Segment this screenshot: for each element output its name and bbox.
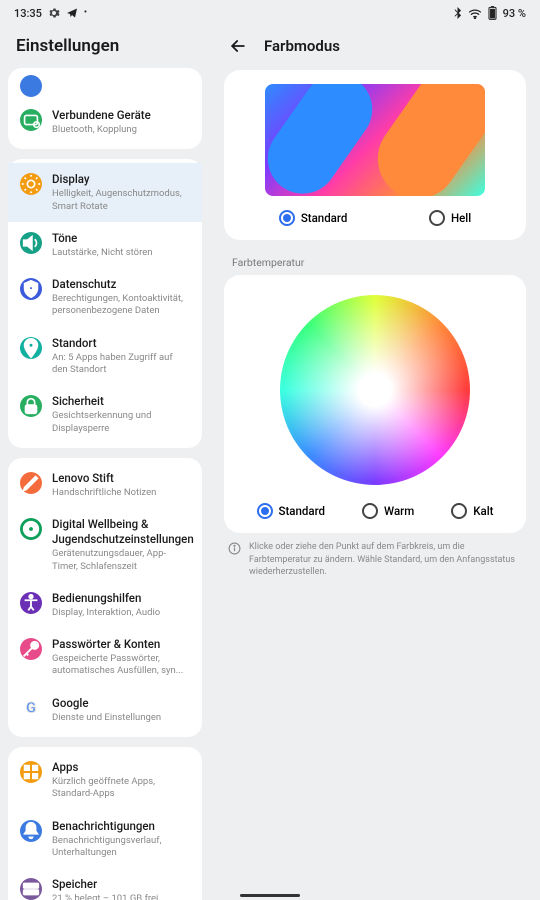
color-temp-option[interactable]: Kalt xyxy=(451,503,493,519)
item-label: Verbundene Geräte xyxy=(52,108,190,123)
battery-icon xyxy=(488,6,497,20)
color-mode-option[interactable]: Standard xyxy=(279,210,348,226)
color-mode-card: Standard Hell xyxy=(224,70,526,240)
color-mode-option[interactable]: Hell xyxy=(429,210,471,226)
item-sub: Gespeicherte Passwörter, automatisches A… xyxy=(52,653,190,678)
grid-icon xyxy=(20,761,42,783)
detail-pane: Farbmodus Standard Hell Farbtemperatur St… xyxy=(210,26,540,900)
pen-icon xyxy=(20,472,42,494)
item-label: Display xyxy=(52,172,190,187)
item-label: Speicher xyxy=(52,877,190,892)
settings-sidebar: Einstellungen …Verbundene GeräteBluetoot… xyxy=(0,26,210,900)
lock-icon xyxy=(20,395,42,417)
item-label: Lenovo Stift xyxy=(52,471,190,486)
radio-icon xyxy=(362,503,378,519)
item-sub: Gerätenutzungsdauer, App-Timer, Schlafen… xyxy=(52,548,190,573)
pin-icon xyxy=(20,337,42,359)
item-label: Bedienungshilfen xyxy=(52,591,190,606)
google-icon: G xyxy=(20,697,42,719)
wellbeing-icon xyxy=(20,518,42,540)
a11y-icon xyxy=(20,592,42,614)
item-label: Passwörter & Konten xyxy=(52,637,190,652)
sidebar-title: Einstellungen xyxy=(8,26,202,68)
radio-label: Standard xyxy=(301,211,348,225)
item-label: Datenschutz xyxy=(52,277,190,292)
item-sub: Helligkeit, Augenschutzmodus, Smart Rota… xyxy=(52,188,190,213)
nav-handle[interactable] xyxy=(240,894,300,897)
item-label: Digital Wellbeing & Jugendschutzeinstell… xyxy=(52,517,190,547)
item-sub: Dienste und Einstellungen xyxy=(52,712,190,724)
color-temperature-card: Standard Warm Kalt xyxy=(224,275,526,533)
storage-icon xyxy=(20,878,42,900)
item-label: Google xyxy=(52,696,190,711)
item-sub: Kürzlich geöffnete Apps, Standard-Apps xyxy=(52,776,190,801)
color-wheel[interactable] xyxy=(280,295,470,485)
radio-icon xyxy=(257,503,273,519)
battery-percent: 93 % xyxy=(503,7,526,20)
radio-label: Warm xyxy=(384,504,414,518)
hint-row: Klicke oder ziehe den Punkt auf dem Farb… xyxy=(224,541,526,579)
sidebar-item-lock[interactable]: SicherheitGesichtserkennung und Displays… xyxy=(8,385,202,444)
item-sub: Handschriftliche Notizen xyxy=(52,487,190,499)
radio-label: Hell xyxy=(451,211,471,225)
gear-icon xyxy=(48,7,60,19)
shield-icon xyxy=(20,278,42,300)
item-sub: Benachrichtigungsverlauf, Unterhaltungen xyxy=(52,835,190,860)
sound-icon xyxy=(20,232,42,254)
item-label: Apps xyxy=(52,760,190,775)
item-sub: Berechtigungen, Kontoaktivität, personen… xyxy=(52,293,190,318)
sidebar-item-key[interactable]: Passwörter & KontenGespeicherte Passwört… xyxy=(8,628,202,687)
color-temp-option[interactable]: Standard xyxy=(257,503,326,519)
bell-icon xyxy=(20,820,42,842)
item-label: Standort xyxy=(52,336,190,351)
sidebar-item-pen[interactable]: Lenovo StiftHandschriftliche Notizen xyxy=(8,462,202,508)
sidebar-item-wellbeing[interactable]: Digital Wellbeing & Jugendschutzeinstell… xyxy=(8,508,202,582)
sidebar-item-bell[interactable]: BenachrichtigungenBenachrichtigungsverla… xyxy=(8,810,202,869)
item-label: Benachrichtigungen xyxy=(52,819,190,834)
item-sub: Lautstärke, Nicht stören xyxy=(52,247,190,259)
sidebar-item-google[interactable]: G GoogleDienste und Einstellungen xyxy=(8,687,202,733)
sidebar-item-pin[interactable]: StandortAn: 5 Apps haben Zugriff auf den… xyxy=(8,327,202,386)
wifi-icon xyxy=(468,8,482,19)
radio-label: Standard xyxy=(279,504,326,518)
info-icon xyxy=(228,542,241,555)
devices-icon xyxy=(20,109,42,131)
radio-label: Kalt xyxy=(473,504,493,518)
color-temp-option[interactable]: Warm xyxy=(362,503,414,519)
preview-image xyxy=(265,84,485,196)
radio-icon xyxy=(451,503,467,519)
hint-text: Klicke oder ziehe den Punkt auf dem Farb… xyxy=(249,541,522,579)
sidebar-item-devices[interactable]: Verbundene GeräteBluetooth, Kopplung xyxy=(8,99,202,145)
clock: 13:35 xyxy=(14,7,42,20)
item-sub: Display, Interaktion, Audio xyxy=(52,607,190,619)
bluetooth-icon xyxy=(453,7,462,19)
telegram-icon xyxy=(66,7,78,19)
page-title: Farbmodus xyxy=(264,37,340,55)
item-label: Sicherheit xyxy=(52,394,190,409)
status-bar: 13:35 • 93 % xyxy=(0,0,540,26)
radio-icon xyxy=(429,210,445,226)
sun-icon xyxy=(20,173,42,195)
sidebar-item-a11y[interactable]: BedienungshilfenDisplay, Interaktion, Au… xyxy=(8,582,202,628)
key-icon xyxy=(20,638,42,660)
item-sub: An: 5 Apps haben Zugriff auf den Standor… xyxy=(52,352,190,377)
item-sub: 21 % belegt – 101 GB frei xyxy=(52,893,190,900)
sidebar-item-sun[interactable]: DisplayHelligkeit, Augenschutzmodus, Sma… xyxy=(8,163,202,222)
sidebar-item-storage[interactable]: Speicher21 % belegt – 101 GB frei xyxy=(8,868,202,900)
item-sub: Gesichtserkennung und Displaysperre xyxy=(52,410,190,435)
svg-text:G: G xyxy=(26,698,36,716)
sidebar-item-shield[interactable]: DatenschutzBerechtigungen, Kontoaktivitä… xyxy=(8,268,202,327)
section-label-temperature: Farbtemperatur xyxy=(224,248,526,275)
item-label: Töne xyxy=(52,231,190,246)
sidebar-item-sound[interactable]: TöneLautstärke, Nicht stören xyxy=(8,222,202,268)
back-icon[interactable] xyxy=(228,36,248,56)
item-sub: Bluetooth, Kopplung xyxy=(52,124,190,136)
radio-icon xyxy=(279,210,295,226)
sidebar-item-grid[interactable]: AppsKürzlich geöffnete Apps, Standard-Ap… xyxy=(8,751,202,810)
